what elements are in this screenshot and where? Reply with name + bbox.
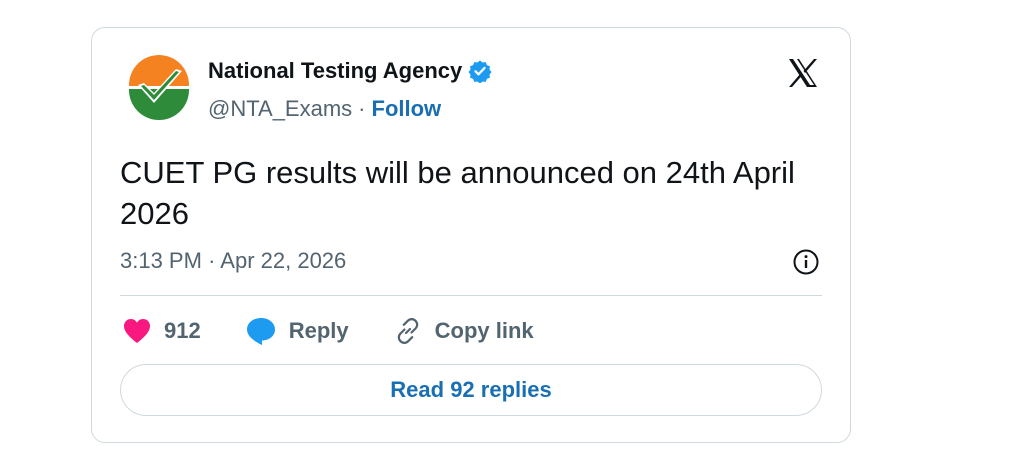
tweet-date: Apr 22, 2026 — [220, 248, 347, 273]
handle-separator: · — [358, 96, 366, 121]
reply-label: Reply — [288, 318, 349, 343]
tweet-time: 3:13 PM — [120, 248, 202, 273]
heart-icon — [124, 319, 150, 343]
like-button[interactable]: 912 — [122, 317, 201, 345]
author-handle[interactable]: @NTA_Exams — [208, 96, 352, 122]
copy-link-button[interactable]: Copy link — [393, 316, 534, 346]
like-count: 912 — [164, 318, 201, 343]
tweet-card: National Testing Agency @NTA_Exams · Fol… — [91, 27, 851, 443]
tweet-timestamp[interactable]: 3:13 PM · Apr 22, 2026 — [120, 248, 346, 274]
follow-button[interactable]: Follow — [372, 96, 442, 122]
handle-row: @NTA_Exams · Follow — [208, 96, 441, 122]
reply-button[interactable]: Reply — [245, 316, 349, 346]
timestamp-separator: · — [208, 248, 216, 273]
copy-link-label: Copy link — [434, 318, 534, 343]
verified-badge-icon — [468, 59, 492, 84]
speech-bubble-icon — [246, 318, 275, 345]
x-logo-icon[interactable] — [786, 56, 820, 90]
read-replies-button[interactable]: Read 92 replies — [120, 364, 822, 416]
link-icon — [397, 318, 418, 344]
nta-logo-avatar[interactable] — [126, 55, 192, 121]
divider — [120, 295, 822, 296]
action-bar: 912 Reply Copy link — [122, 316, 578, 346]
author-name[interactable]: National Testing Agency — [208, 58, 462, 84]
info-icon[interactable] — [792, 248, 820, 276]
tweet-text: CUET PG results will be announced on 24t… — [120, 155, 795, 231]
author-row: National Testing Agency — [208, 58, 492, 84]
